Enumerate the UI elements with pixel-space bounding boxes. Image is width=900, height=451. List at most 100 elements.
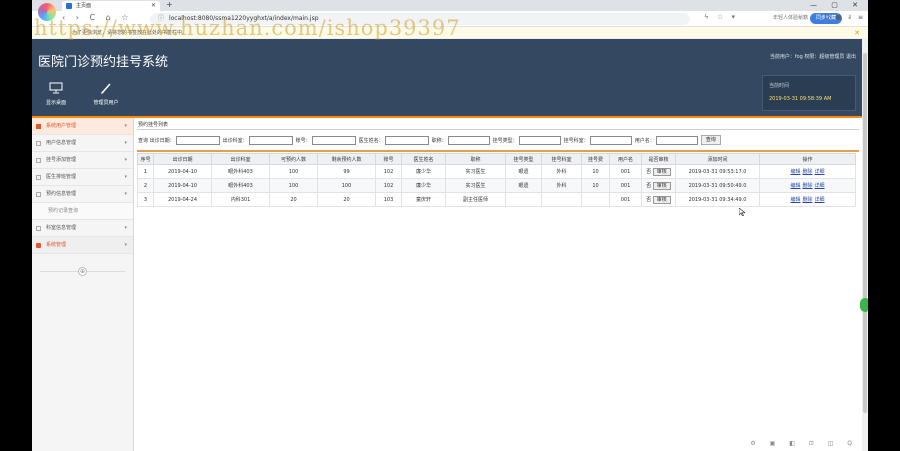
edit-link[interactable]: 编辑 xyxy=(790,197,800,203)
delete-link[interactable]: 删除 xyxy=(802,183,812,189)
tab-close-icon[interactable]: ✕ xyxy=(151,1,156,11)
column-header: 挂号费 xyxy=(581,153,610,165)
rank-input[interactable] xyxy=(447,135,490,145)
cell-reg-dept: 外科 xyxy=(541,164,582,179)
nav-buttons[interactable]: ‹ › C ⌂ ☆ xyxy=(62,13,132,22)
sidebar-item-registration-add[interactable]: 挂号添加管理 ▾ xyxy=(32,152,133,169)
edit-link[interactable]: 编辑 xyxy=(790,169,800,175)
appointment-table: 序号 出诊日期 出诊科室 可预约人数 剩余预约人数 账号 医生姓名 职称 挂号类… xyxy=(137,153,856,207)
show-desktop-button[interactable]: 显示桌面 xyxy=(40,82,72,106)
table-row: 3 2019-04-24 内科301 20 20 103 童庆轩 副主任医师 0… xyxy=(137,192,856,207)
sidebar-item-system-management[interactable]: 系统管理 ▾ xyxy=(32,237,133,254)
scroll-thumb[interactable] xyxy=(863,53,867,413)
folder-icon xyxy=(36,141,41,146)
status-bar-icons[interactable]: ⚙ ▣ ◧ ⊡ ◫ Q xyxy=(750,440,858,447)
cell-date: 2019-04-10 xyxy=(153,178,212,193)
address-bar: ‹ › C ⌂ ☆ ⓘ localhost:8080/ssma1220yyghx… xyxy=(32,11,868,27)
reg-dept-input[interactable] xyxy=(589,135,632,145)
folder-icon xyxy=(36,192,41,197)
cell-user: 001 xyxy=(609,164,642,179)
sidebar-item-user-info[interactable]: 用户信息管理 ▾ xyxy=(32,135,133,152)
user-info[interactable]: 当前用户：fog 权限：超级管理员 退出 xyxy=(770,53,856,60)
chevron-down-icon: ▾ xyxy=(124,225,127,231)
cell-ops: 编辑 删除 详细 xyxy=(759,178,856,193)
admin-user-button[interactable]: 管理员用户 xyxy=(90,82,122,106)
delete-link[interactable]: 删除 xyxy=(802,197,812,203)
address-actions[interactable]: ϟ ☆ ▾ xyxy=(704,13,738,21)
cell-capacity: 20 xyxy=(269,192,318,207)
delete-link[interactable]: 删除 xyxy=(802,169,812,175)
detail-link[interactable]: 详细 xyxy=(815,197,825,203)
collapse-icon[interactable]: ⊕ xyxy=(78,267,87,276)
browser-window: 主页面 ✕ + — ▢ ✕ ‹ › C ⌂ ☆ ⓘ localhost:8080… xyxy=(32,0,868,451)
column-header: 可预约人数 xyxy=(269,153,318,165)
cell-remaining: 100 xyxy=(317,178,376,193)
reviewed-value: 否 xyxy=(646,182,652,189)
sidebar-item-label: 预约信息管理 xyxy=(46,191,77,197)
detail-link[interactable]: 详细 xyxy=(815,183,825,189)
date-input[interactable] xyxy=(175,135,220,145)
filter-label-user: 用户名： xyxy=(634,137,655,144)
sidebar-item-system-users[interactable]: 系统用户管理 ▾ xyxy=(32,118,133,135)
table-row: 2 2019-04-10 眼外科403 100 100 102 廉少华 实习医生… xyxy=(137,178,856,193)
sidebar-item-label: 医生排班管理 xyxy=(46,174,77,180)
url-input[interactable]: ⓘ localhost:8080/ssma1220yyghxt/a/index/… xyxy=(150,13,690,25)
cell-remaining: 99 xyxy=(317,164,376,179)
search-hint[interactable]: 年轻人体验秘籍 xyxy=(773,14,808,21)
assistant-float-icon[interactable] xyxy=(860,298,868,312)
sidebar-subitem-appointment-query[interactable]: 预约记录查询 xyxy=(32,203,133,220)
column-header: 挂号科室 xyxy=(541,153,582,165)
divider xyxy=(137,129,859,130)
cell-added: 2019-03-31 09:34:49.0 xyxy=(675,192,760,207)
cell-reviewed: 否 审核 xyxy=(641,178,676,193)
cell-rank: 实习医生 xyxy=(445,178,506,193)
cell-doctor: 廉少华 xyxy=(401,178,446,193)
sidebar-item-department-info[interactable]: 科室信息管理 ▾ xyxy=(32,220,133,237)
cell-fee: 10 xyxy=(581,178,610,193)
review-button[interactable]: 审核 xyxy=(652,195,671,204)
dept-input[interactable] xyxy=(248,135,293,145)
time-label: 当前时间 xyxy=(769,83,790,89)
filter-label-rank: 职称： xyxy=(431,137,447,144)
cell-type xyxy=(505,192,542,207)
sidebar-item-doctor-schedule[interactable]: 医生排班管理 ▾ xyxy=(32,169,133,186)
cell-doctor: 童庆轩 xyxy=(401,192,446,207)
cell-date: 2019-04-10 xyxy=(153,164,212,179)
chevron-down-icon: ▾ xyxy=(124,123,127,129)
extension-icons[interactable]: Q ▦ ⇓ ≡ xyxy=(825,14,865,21)
new-tab-button[interactable]: + xyxy=(166,0,173,10)
main-panel: 预约挂号列表 查询 出诊日期： 出诊科室： 账号： 医生姓名： 职称： 挂号类型… xyxy=(135,118,868,451)
app-title: 医院门诊预约挂号系统 xyxy=(38,55,169,70)
time-box: 当前时间 2019-03-31 09:58:39 AM xyxy=(762,75,856,111)
table-header-row: 序号 出诊日期 出诊科室 可预约人数 剩余预约人数 账号 医生姓名 职称 挂号类… xyxy=(137,153,856,165)
review-button[interactable]: 审核 xyxy=(652,181,671,190)
cell-added: 2019-03-31 09:50:49.0 xyxy=(675,178,760,193)
settings-icon xyxy=(36,243,41,248)
cell-reviewed: 否 审核 xyxy=(641,192,676,207)
pencil-icon xyxy=(101,83,111,94)
user-input[interactable] xyxy=(655,135,698,145)
tab-main[interactable]: 主页面 ✕ xyxy=(62,1,160,11)
page-scrollbar[interactable] xyxy=(862,39,868,451)
edit-link[interactable]: 编辑 xyxy=(790,183,800,189)
type-input[interactable] xyxy=(518,135,561,145)
account-input[interactable] xyxy=(311,135,356,145)
doctor-input[interactable] xyxy=(384,135,429,145)
sidebar-item-appointment-info[interactable]: 预约信息管理 ▾ xyxy=(32,186,133,203)
cell-type: 眼遗 xyxy=(505,164,542,179)
filter-label-account: 账号： xyxy=(295,137,311,144)
bookmark-close-icon[interactable]: ✕ xyxy=(854,27,860,39)
sidebar-item-label: 用户信息管理 xyxy=(46,140,77,146)
search-button[interactable]: 查询 xyxy=(700,135,721,145)
sidebar: 系统用户管理 ▾ 用户信息管理 ▾ 挂号添加管理 ▾ 医生排班管理 ▾ 预约信息… xyxy=(32,118,134,451)
review-button[interactable]: 审核 xyxy=(652,167,671,176)
cell-date: 2019-04-24 xyxy=(153,192,212,207)
panel-title: 预约挂号列表 xyxy=(138,122,169,128)
filter-label-doctor: 医生姓名： xyxy=(358,137,384,144)
window-controls[interactable]: — ▢ ✕ xyxy=(810,0,864,10)
column-header: 剩余预约人数 xyxy=(317,153,376,165)
cell-account: 103 xyxy=(375,192,402,207)
sidebar-item-label: 系统用户管理 xyxy=(46,123,77,129)
cell-ops: 编辑 删除 详细 xyxy=(759,192,856,207)
detail-link[interactable]: 详细 xyxy=(815,169,825,175)
